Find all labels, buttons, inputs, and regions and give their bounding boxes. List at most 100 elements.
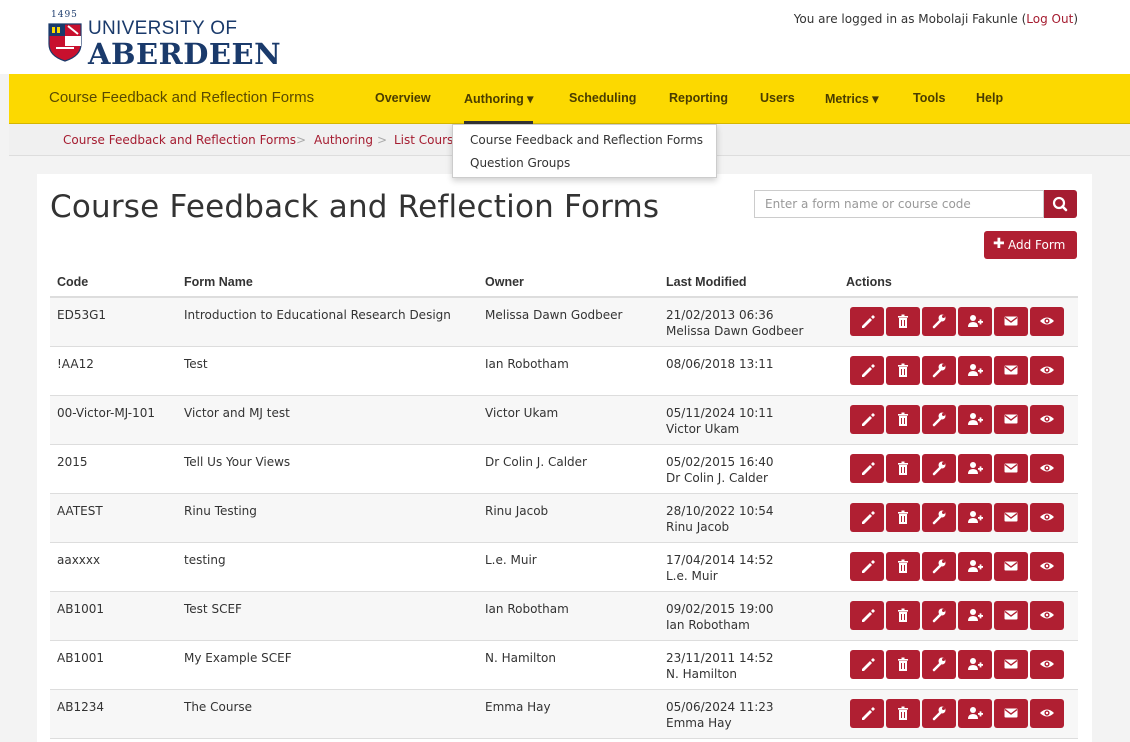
table-row[interactable]: AATEST Rinu Testing Rinu Jacob 28/10/2022 1…	[50, 494, 1078, 543]
add-user-button[interactable]	[958, 699, 992, 728]
email-button[interactable]	[994, 552, 1028, 581]
edit-button[interactable]	[850, 405, 884, 434]
settings-wrench-button[interactable]	[922, 503, 956, 532]
table-row[interactable]: ED53G1 Introduction to Educational Resear…	[50, 298, 1078, 347]
add-user-button[interactable]	[958, 454, 992, 483]
delete-button[interactable]	[886, 601, 920, 630]
nav-scheduling[interactable]: Scheduling	[569, 91, 636, 105]
cell-owner: Ian Robotham	[485, 357, 569, 371]
delete-button[interactable]	[886, 405, 920, 434]
email-icon	[1004, 463, 1018, 473]
table-row[interactable]: AB1001 Test SCEF Ian Robotham 09/02/2015 19…	[50, 592, 1078, 641]
add-user-button[interactable]	[958, 307, 992, 336]
delete-button[interactable]	[886, 503, 920, 532]
settings-wrench-button[interactable]	[922, 307, 956, 336]
search-input[interactable]: Enter a form name or course code	[754, 190, 1044, 218]
logout-link[interactable]: Log Out	[1026, 12, 1073, 26]
delete-icon	[898, 363, 908, 377]
edit-button[interactable]	[850, 650, 884, 679]
modified-date: 23/11/2011 14:52	[666, 651, 774, 665]
settings-wrench-button[interactable]	[922, 650, 956, 679]
view-button[interactable]	[1030, 699, 1064, 728]
table-row[interactable]: 2015 Tell Us Your Views Dr Colin J. Calder…	[50, 445, 1078, 494]
add-user-button[interactable]	[958, 650, 992, 679]
add-user-button[interactable]	[958, 552, 992, 581]
settings-wrench-button[interactable]	[922, 552, 956, 581]
add-user-button[interactable]	[958, 503, 992, 532]
email-button[interactable]	[994, 356, 1028, 385]
view-button[interactable]	[1030, 503, 1064, 532]
add-form-button[interactable]: ✚ Add Form	[984, 231, 1077, 259]
table-row[interactable]: AB1001 My Example SCEF N. Hamilton 23/11/20…	[50, 641, 1078, 690]
column-header-owner[interactable]: Owner	[485, 275, 524, 289]
settings-wrench-button[interactable]	[922, 405, 956, 434]
settings-wrench-button[interactable]	[922, 454, 956, 483]
nav-metrics[interactable]: Metrics ▾	[825, 91, 879, 106]
delete-button[interactable]	[886, 454, 920, 483]
edit-button[interactable]	[850, 552, 884, 581]
view-button[interactable]	[1030, 356, 1064, 385]
nav-help[interactable]: Help	[976, 91, 1003, 105]
delete-button[interactable]	[886, 356, 920, 385]
table-row[interactable]: AB1234 The Course Emma Hay 05/06/2024 11:23…	[50, 690, 1078, 739]
add-user-button[interactable]	[958, 405, 992, 434]
column-header-code[interactable]: Code	[57, 275, 88, 289]
email-button[interactable]	[994, 307, 1028, 336]
view-button[interactable]	[1030, 454, 1064, 483]
university-logo[interactable]: 1495 UNIVERSITY OF ABERDEEN	[48, 10, 281, 71]
edit-icon	[862, 560, 875, 573]
cell-last-modified: 28/10/2022 10:54 Rinu Jacob	[666, 503, 774, 535]
view-button[interactable]	[1030, 307, 1064, 336]
edit-button[interactable]	[850, 454, 884, 483]
view-icon	[1040, 562, 1054, 570]
email-button[interactable]	[994, 601, 1028, 630]
dropdown-item-forms[interactable]: Course Feedback and Reflection Forms	[470, 133, 703, 147]
column-header-form-name[interactable]: Form Name	[184, 275, 253, 289]
dropdown-item-question-groups[interactable]: Question Groups	[470, 156, 570, 170]
nav-tools[interactable]: Tools	[913, 91, 945, 105]
view-button[interactable]	[1030, 552, 1064, 581]
delete-button[interactable]	[886, 307, 920, 336]
cell-form-name: Introduction to Educational Research Des…	[184, 308, 451, 322]
add-user-button[interactable]	[958, 601, 992, 630]
row-actions	[846, 552, 1064, 581]
edit-button[interactable]	[850, 699, 884, 728]
nav-authoring[interactable]: Authoring ▾	[464, 91, 534, 124]
edit-button[interactable]	[850, 503, 884, 532]
table-row[interactable]: !AA12 Test Ian Robotham 08/06/2018 13:11	[50, 347, 1078, 396]
delete-button[interactable]	[886, 552, 920, 581]
delete-button[interactable]	[886, 699, 920, 728]
breadcrumb-item-forms[interactable]: Course Feedback and Reflection Forms	[63, 133, 296, 147]
email-button[interactable]	[994, 503, 1028, 532]
settings-wrench-button[interactable]	[922, 699, 956, 728]
nav-reporting[interactable]: Reporting	[669, 91, 728, 105]
breadcrumb-item-authoring[interactable]: Authoring	[314, 133, 373, 147]
edit-button[interactable]	[850, 356, 884, 385]
settings-wrench-button[interactable]	[922, 356, 956, 385]
search-button[interactable]	[1044, 190, 1077, 218]
view-button[interactable]	[1030, 650, 1064, 679]
column-header-last-modified[interactable]: Last Modified	[666, 275, 747, 289]
nav-overview[interactable]: Overview	[375, 91, 431, 105]
email-icon	[1004, 659, 1018, 669]
table-row[interactable]: aaxxxx testing L.e. Muir 17/04/2014 14:52 L.…	[50, 543, 1078, 592]
edit-button[interactable]	[850, 601, 884, 630]
table-row[interactable]: 00-Victor-MJ-101 Victor and MJ test Victor…	[50, 396, 1078, 445]
breadcrumb-item-list[interactable]: List Cours	[394, 133, 453, 147]
cell-last-modified: 05/06/2024 11:23 Emma Hay	[666, 699, 774, 731]
edit-button[interactable]	[850, 307, 884, 336]
edit-icon	[862, 364, 875, 377]
nav-brand[interactable]: Course Feedback and Reflection Forms	[49, 89, 314, 106]
view-button[interactable]	[1030, 405, 1064, 434]
cell-form-name: Test	[184, 357, 208, 371]
email-button[interactable]	[994, 454, 1028, 483]
view-button[interactable]	[1030, 601, 1064, 630]
nav-users[interactable]: Users	[760, 91, 795, 105]
edit-icon	[862, 511, 875, 524]
settings-wrench-button[interactable]	[922, 601, 956, 630]
add-user-button[interactable]	[958, 356, 992, 385]
delete-button[interactable]	[886, 650, 920, 679]
email-button[interactable]	[994, 650, 1028, 679]
email-button[interactable]	[994, 699, 1028, 728]
email-button[interactable]	[994, 405, 1028, 434]
